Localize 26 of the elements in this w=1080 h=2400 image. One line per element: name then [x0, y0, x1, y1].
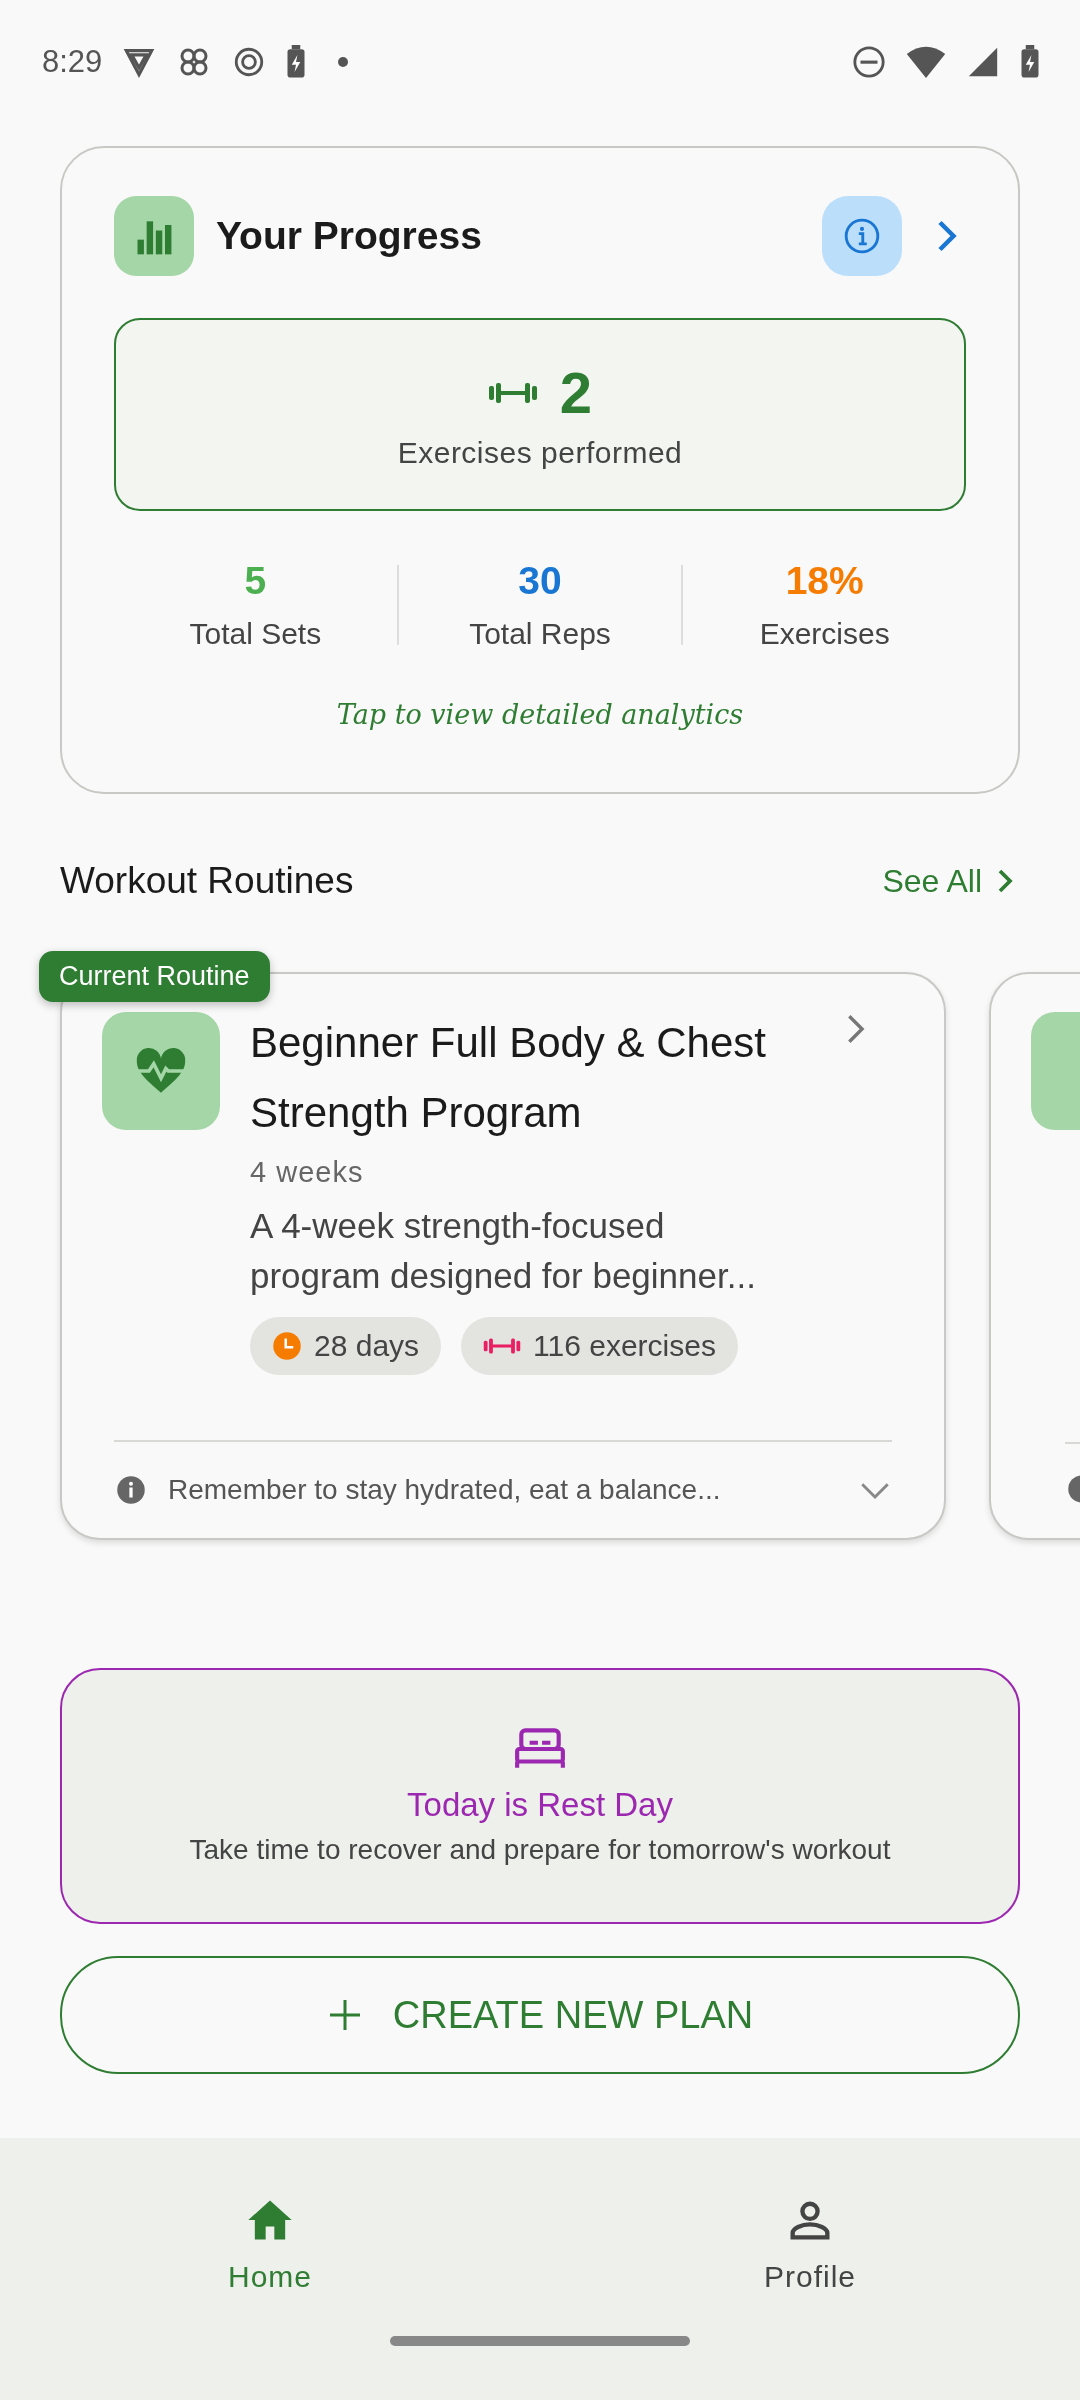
stat-label: Exercises — [759, 617, 890, 651]
analytics-link[interactable]: Tap to view detailed analytics — [336, 699, 744, 730]
stat-value: 18% — [785, 559, 864, 603]
nav-tab[interactable]: Profile — [540, 2194, 1080, 2294]
stat-value: 30 — [518, 559, 562, 603]
count-label: Exercises performed — [397, 436, 683, 470]
nav-tab[interactable]: Home — [0, 2194, 540, 2294]
progress-card[interactable]: Your Progress 2 Exercises performed 5 Total Sets 30 Total Reps 18% Exercises Tap to view detailed analytics — [60, 146, 1020, 794]
stat-label: Total Sets — [189, 617, 322, 651]
see-all-link[interactable]: See All — [882, 862, 1020, 900]
current-routine-badge: Current Routine — [39, 951, 270, 1002]
routine-title: Beginner Full Body & Chest Strength Program — [250, 1018, 767, 1138]
routine-description: A 4-week strength-focused program designed for beginner... — [250, 1205, 757, 1297]
status-time: 8:29 — [42, 44, 103, 80]
create-plan-button[interactable]: CREATE NEW PLAN — [60, 1956, 1020, 2074]
section-title: Workout Routines — [60, 860, 354, 902]
info-chip: 28 days — [250, 1317, 442, 1375]
exercise-count: 2 — [559, 359, 593, 426]
stat-value: 5 — [244, 559, 267, 603]
rest-day-message: Take time to recover and prepare for tomorrow's workout — [189, 1834, 891, 1866]
routine-duration: 4 weeks — [250, 1156, 365, 1189]
card-title: Your Progress — [216, 214, 482, 258]
stat-label: Total Reps — [469, 617, 611, 651]
routine-note: Remember to stay hydrated, eat a balance... — [168, 1474, 722, 1507]
info-chip: 116 exercises — [461, 1317, 738, 1375]
rest-day-title: Today is Rest Day — [407, 1786, 673, 1824]
